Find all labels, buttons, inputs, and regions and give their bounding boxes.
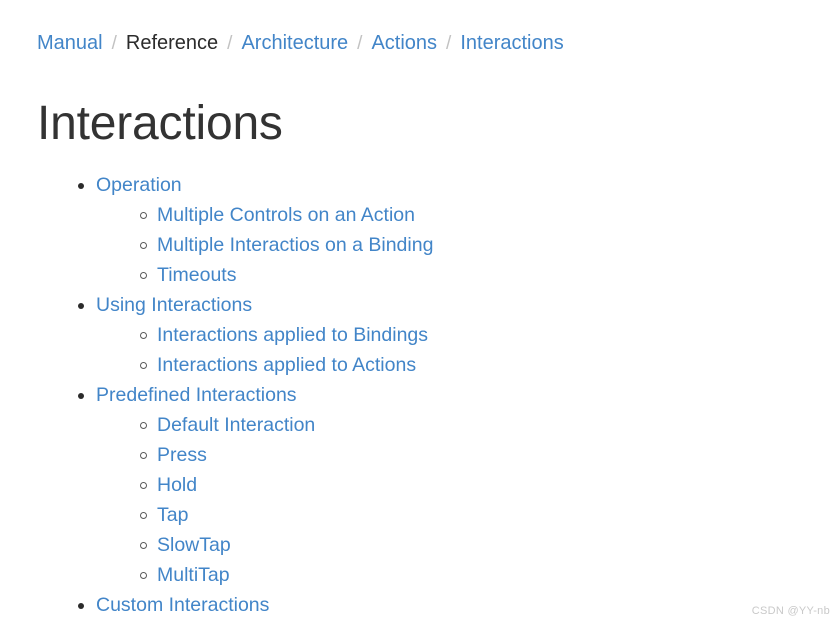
toc-subsection-group: Default Interaction Press Hold Tap SlowTap Mu…	[0, 410, 839, 590]
bullet-disc-icon	[78, 393, 84, 399]
toc-link-default-interaction[interactable]: Default Interaction	[157, 414, 315, 436]
bullet-circle-icon	[140, 212, 147, 219]
breadcrumb-item-actions[interactable]: Actions	[371, 30, 437, 56]
breadcrumb-separator: /	[357, 33, 363, 54]
toc-link-custom-interactions[interactable]: Custom Interactions	[96, 594, 269, 616]
toc-level2-list: Interactions applied to Bindings Interact…	[0, 320, 839, 380]
watermark: CSDN @YY-nb	[751, 605, 830, 617]
table-of-contents: Operation Multiple Controls on an Action M…	[0, 170, 839, 620]
toc-link-interactions-applied-to-actions[interactable]: Interactions applied to Actions	[157, 354, 416, 376]
toc-level1-list: Operation Multiple Controls on an Action M…	[0, 170, 839, 620]
toc-subitem: Press	[0, 440, 839, 470]
bullet-disc-icon	[78, 603, 84, 609]
toc-link-multitap[interactable]: MultiTap	[157, 564, 230, 586]
toc-subitem: SlowTap	[0, 530, 839, 560]
bullet-disc-icon	[78, 303, 84, 309]
breadcrumb-separator: /	[111, 33, 117, 54]
toc-link-press[interactable]: Press	[157, 444, 207, 466]
toc-subitem: Interactions applied to Bindings	[0, 320, 839, 350]
toc-subitem: Multiple Controls on an Action	[0, 200, 839, 230]
toc-section: Predefined Interactions	[0, 380, 839, 410]
toc-level2-list: Default Interaction Press Hold Tap SlowTap Mu…	[0, 410, 839, 590]
bullet-circle-icon	[140, 242, 147, 249]
toc-link-tap[interactable]: Tap	[157, 504, 188, 526]
breadcrumb-separator: /	[446, 33, 452, 54]
toc-section: Custom Interactions	[0, 590, 839, 620]
bullet-circle-icon	[140, 422, 147, 429]
toc-subitem: Interactions applied to Actions	[0, 350, 839, 380]
bullet-circle-icon	[140, 542, 147, 549]
toc-link-timeouts[interactable]: Timeouts	[157, 264, 236, 286]
breadcrumb: Manual / Reference / Architecture / Actions / In…	[37, 30, 564, 57]
toc-subitem: Hold	[0, 470, 839, 500]
bullet-circle-icon	[140, 272, 147, 279]
bullet-circle-icon	[140, 512, 147, 519]
page-title: Interactions	[37, 97, 283, 150]
bullet-circle-icon	[140, 452, 147, 459]
toc-subitem: Multiple Interactios on a Binding	[0, 230, 839, 260]
bullet-disc-icon	[78, 183, 84, 189]
breadcrumb-item-reference: Reference	[125, 32, 219, 54]
toc-link-predefined-interactions[interactable]: Predefined Interactions	[96, 384, 297, 406]
toc-subitem: Default Interaction	[0, 410, 839, 440]
toc-subitem: Timeouts	[0, 260, 839, 290]
toc-link-slowtap[interactable]: SlowTap	[157, 534, 231, 556]
toc-subsection-group: Multiple Controls on an Action Multiple I…	[0, 200, 839, 290]
toc-section: Operation	[0, 170, 839, 200]
toc-link-interactions-applied-to-bindings[interactable]: Interactions applied to Bindings	[157, 324, 428, 346]
toc-link-hold[interactable]: Hold	[157, 474, 197, 496]
toc-level2-list: Multiple Controls on an Action Multiple I…	[0, 200, 839, 290]
toc-subitem: MultiTap	[0, 560, 839, 590]
toc-link-multiple-interactios-on-a-binding[interactable]: Multiple Interactios on a Binding	[157, 234, 433, 256]
toc-link-using-interactions[interactable]: Using Interactions	[96, 294, 252, 316]
breadcrumb-item-architecture[interactable]: Architecture	[241, 30, 348, 56]
bullet-circle-icon	[140, 332, 147, 339]
bullet-circle-icon	[140, 572, 147, 579]
toc-link-multiple-controls-on-an-action[interactable]: Multiple Controls on an Action	[157, 204, 415, 226]
breadcrumb-separator: /	[227, 33, 233, 54]
bullet-circle-icon	[140, 482, 147, 489]
toc-section: Using Interactions	[0, 290, 839, 320]
bullet-circle-icon	[140, 362, 147, 369]
toc-subsection-group: Interactions applied to Bindings Interact…	[0, 320, 839, 380]
toc-subitem: Tap	[0, 500, 839, 530]
breadcrumb-item-interactions[interactable]: Interactions	[460, 30, 563, 56]
breadcrumb-item-manual[interactable]: Manual	[37, 30, 103, 56]
toc-link-operation[interactable]: Operation	[96, 174, 182, 196]
